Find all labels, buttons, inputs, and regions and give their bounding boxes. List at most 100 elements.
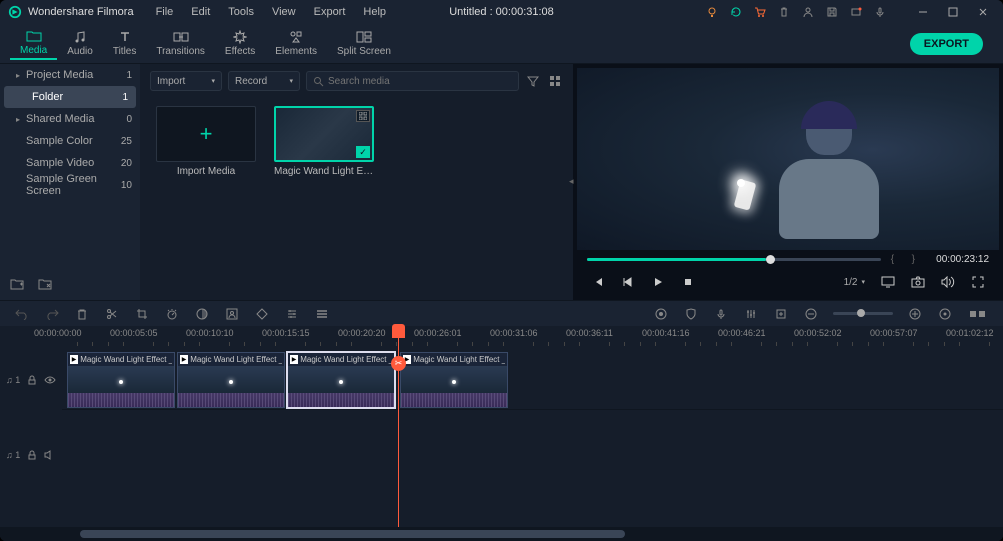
preview-scrubber[interactable] xyxy=(587,258,881,261)
preview-zoom-ratio[interactable]: 1/2▾ xyxy=(840,277,869,288)
play-button[interactable] xyxy=(647,271,669,293)
fullscreen-icon[interactable] xyxy=(967,271,989,293)
timeline-clip[interactable]: ▶Magic Wand Light Effect _ V xyxy=(177,352,285,408)
preview-subject xyxy=(769,101,889,251)
trash-icon[interactable] xyxy=(775,3,793,21)
timeline-clip[interactable]: ▶Magic Wand Light Effect _ V xyxy=(400,352,508,408)
close-button[interactable] xyxy=(971,3,995,21)
timeline-scrollbar[interactable] xyxy=(0,527,1003,541)
maximize-button[interactable] xyxy=(941,3,965,21)
export-button[interactable]: EXPORT xyxy=(910,33,983,55)
delete-icon[interactable] xyxy=(74,306,90,322)
timeline-clip-selected[interactable]: ▶Magic Wand Light Effect _ V xyxy=(287,352,395,408)
sidebar-item-sample-green-screen[interactable]: Sample Green Screen 10 xyxy=(0,174,140,196)
zoom-slider[interactable] xyxy=(833,312,893,315)
snapshot-icon[interactable] xyxy=(907,271,929,293)
zoom-in-icon[interactable] xyxy=(907,306,923,322)
zoom-fit-icon[interactable] xyxy=(937,306,953,322)
delete-folder-icon[interactable] xyxy=(38,278,54,294)
crop-icon[interactable] xyxy=(134,306,150,322)
tab-label: Split Screen xyxy=(337,46,391,57)
mic-icon[interactable] xyxy=(871,3,889,21)
ruler-tick: 00:00:20:20 xyxy=(338,328,386,338)
split-icon[interactable] xyxy=(104,306,120,322)
stop-button[interactable] xyxy=(677,271,699,293)
undo-icon[interactable] xyxy=(14,306,30,322)
scrub-thumb[interactable] xyxy=(766,255,775,264)
zoom-out-icon[interactable] xyxy=(803,306,819,322)
voiceover-icon[interactable] xyxy=(713,306,729,322)
record-dropdown[interactable]: Record ▾ xyxy=(228,71,300,91)
volume-icon[interactable] xyxy=(937,271,959,293)
audio-track[interactable] xyxy=(62,444,1003,466)
speed-icon[interactable] xyxy=(164,306,180,322)
video-track[interactable]: ▶Magic Wand Light Effect _ V ▶Magic Wand… xyxy=(62,350,1003,410)
redo-icon[interactable] xyxy=(44,306,60,322)
menu-tools[interactable]: Tools xyxy=(222,6,260,18)
menu-file[interactable]: File xyxy=(150,6,180,18)
display-settings-icon[interactable] xyxy=(877,271,899,293)
new-folder-icon[interactable] xyxy=(10,278,26,294)
tab-audio[interactable]: Audio xyxy=(57,28,103,59)
tab-elements[interactable]: Elements xyxy=(265,28,327,59)
elements-icon xyxy=(288,30,304,44)
save-icon[interactable] xyxy=(823,3,841,21)
menu-export[interactable]: Export xyxy=(308,6,352,18)
step-back-button[interactable] xyxy=(617,271,639,293)
lightbulb-icon[interactable] xyxy=(703,3,721,21)
timeline-toolbar xyxy=(0,300,1003,326)
sidebar-item-sample-video[interactable]: Sample Video 20 xyxy=(0,152,140,174)
shield-icon[interactable] xyxy=(683,306,699,322)
timeline-clip[interactable]: ▶Magic Wand Light Effect _ V xyxy=(67,352,175,408)
record-icon[interactable] xyxy=(653,306,669,322)
prev-frame-button[interactable] xyxy=(587,271,609,293)
timeline-options-icon[interactable] xyxy=(967,306,989,322)
play-icon: ▶ xyxy=(70,355,78,364)
tab-effects[interactable]: Effects xyxy=(215,28,265,59)
color-icon[interactable] xyxy=(194,306,210,322)
lock-icon[interactable] xyxy=(26,374,38,386)
grid-view-icon[interactable] xyxy=(547,73,563,89)
audio-track-header: ♫ 1 xyxy=(6,444,58,466)
track-manage-icon[interactable] xyxy=(314,306,330,322)
search-media[interactable] xyxy=(306,71,519,91)
adjust-icon[interactable] xyxy=(284,306,300,322)
playhead[interactable]: ✂ xyxy=(398,326,399,527)
search-input[interactable] xyxy=(328,76,512,87)
menu-edit[interactable]: Edit xyxy=(185,6,216,18)
preview-video[interactable] xyxy=(577,68,999,250)
tab-transitions[interactable]: Transitions xyxy=(146,28,215,59)
app-name: Wondershare Filmora xyxy=(28,6,134,18)
green-screen-icon[interactable] xyxy=(224,306,240,322)
tab-media[interactable]: Media xyxy=(10,27,57,60)
mixer-icon[interactable] xyxy=(743,306,759,322)
sidebar-item-shared-media[interactable]: ▸ Shared Media 0 xyxy=(0,108,140,130)
user-icon[interactable] xyxy=(799,3,817,21)
tab-label: Elements xyxy=(275,46,317,57)
scissors-icon[interactable]: ✂ xyxy=(391,356,406,371)
sidebar-item-folder[interactable]: Folder 1 xyxy=(4,86,136,108)
menu-view[interactable]: View xyxy=(266,6,302,18)
message-icon[interactable] xyxy=(847,3,865,21)
eye-icon[interactable] xyxy=(44,374,56,386)
filter-icon[interactable] xyxy=(525,73,541,89)
sidebar-item-sample-color[interactable]: Sample Color 25 xyxy=(0,130,140,152)
sidebar-item-project-media[interactable]: ▸ Project Media 1 xyxy=(0,64,140,86)
import-media-card[interactable]: + Import Media xyxy=(156,106,256,177)
timeline-ruler[interactable]: 00:00:00:0000:00:05:0500:00:10:1000:00:1… xyxy=(0,326,1003,350)
tab-titles[interactable]: Titles xyxy=(103,28,147,59)
marker-icon[interactable] xyxy=(773,306,789,322)
split-screen-icon xyxy=(356,30,372,44)
tab-split-screen[interactable]: Split Screen xyxy=(327,28,401,59)
refresh-icon[interactable] xyxy=(727,3,745,21)
keyframe-icon[interactable] xyxy=(254,306,270,322)
minimize-button[interactable] xyxy=(911,3,935,21)
media-clip-item[interactable]: ✓ Magic Wand Light Effec... xyxy=(274,106,374,177)
cart-icon[interactable] xyxy=(751,3,769,21)
lock-icon[interactable] xyxy=(26,449,38,461)
mute-icon[interactable] xyxy=(44,449,56,461)
preview-panel: { } 00:00:23:12 1/2▾ xyxy=(573,64,1003,300)
import-dropdown[interactable]: Import ▾ xyxy=(150,71,222,91)
tab-label: Media xyxy=(20,45,47,56)
menu-help[interactable]: Help xyxy=(357,6,392,18)
